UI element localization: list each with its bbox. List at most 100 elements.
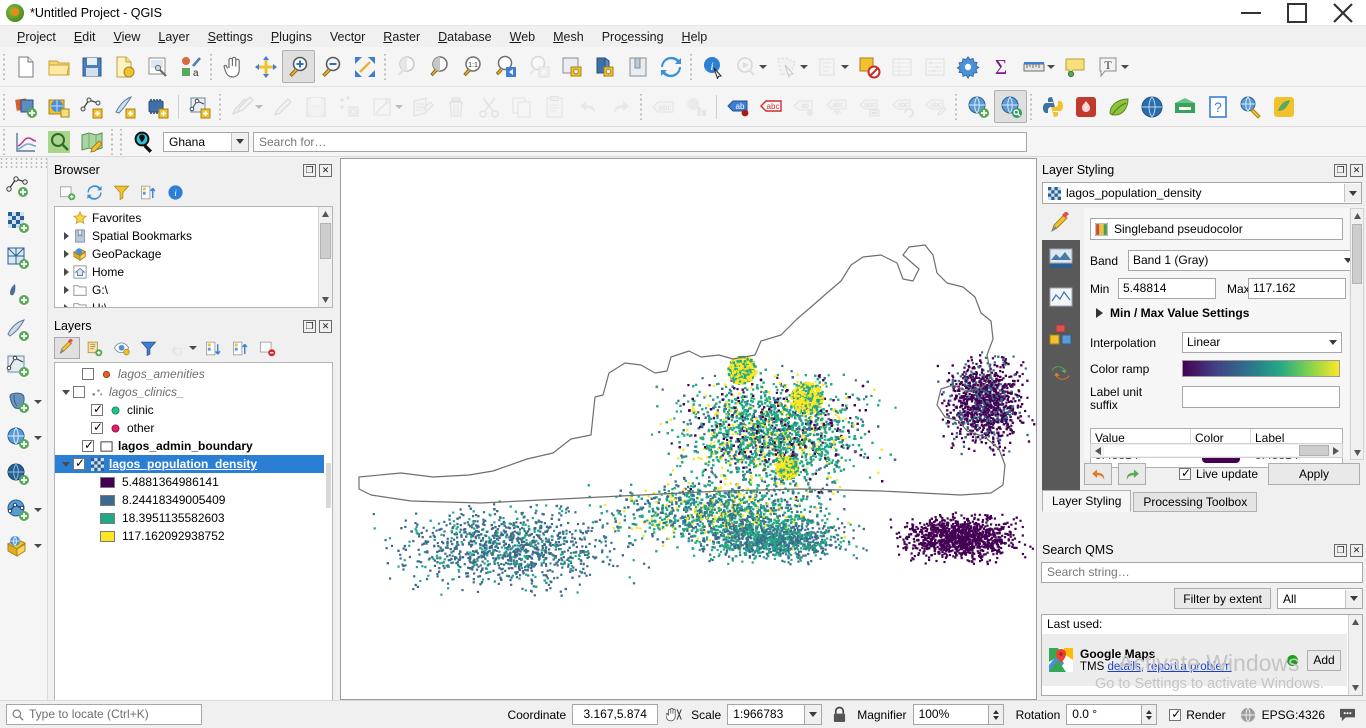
search-qms-float-button[interactable]: ❐	[1334, 543, 1347, 557]
search-qms-close-button[interactable]: ✕	[1350, 543, 1363, 557]
select-features-icon[interactable]	[770, 50, 803, 83]
browser-close-button[interactable]: ✕	[319, 163, 332, 177]
add-button[interactable]: Add	[1307, 649, 1341, 671]
layers-scroll-hint[interactable]	[326, 463, 331, 508]
chevron-down-icon[interactable]	[34, 544, 42, 548]
layers-tree[interactable]: lagos_amenities lagos_clinics_clinic other…	[54, 362, 333, 704]
magnifier-stepper[interactable]	[988, 704, 1004, 725]
globe-plugin-icon[interactable]	[1135, 90, 1168, 123]
searchbar-grip[interactable]	[0, 128, 9, 155]
processing-toolbox-icon[interactable]	[951, 50, 984, 83]
label-unit-suffix-input[interactable]	[1182, 386, 1340, 408]
legend-class-row[interactable]: 18.3951135582603	[55, 509, 324, 527]
browser-scroll-thumb[interactable]	[320, 223, 331, 259]
searchbar-grip-3[interactable]	[117, 128, 126, 155]
undo-icon[interactable]	[571, 90, 604, 123]
metasearch-search-icon[interactable]	[994, 90, 1027, 123]
rendering-icon[interactable]	[1042, 316, 1080, 354]
expand-triangle-icon[interactable]	[1096, 308, 1103, 318]
crs-globe-icon[interactable]	[1240, 707, 1256, 723]
layer-styling-float-button[interactable]: ❐	[1334, 163, 1347, 177]
scroll-left-arrow-icon[interactable]	[1091, 444, 1104, 458]
qms-results-list[interactable]: Last used: Google Maps TMS details, repo…	[1041, 614, 1363, 696]
toolbar-grip-3[interactable]	[381, 53, 390, 80]
chevron-right-icon[interactable]	[59, 283, 73, 297]
rotation-stepper[interactable]	[1142, 704, 1158, 725]
qms-scrollbar[interactable]	[1348, 615, 1362, 695]
map-tips-icon[interactable]	[1058, 50, 1091, 83]
legend-class-row[interactable]: 8.24418349005409	[55, 491, 324, 509]
scroll-up-arrow-icon[interactable]	[319, 207, 332, 221]
messages-icon[interactable]	[1339, 707, 1356, 722]
render-checkbox-box[interactable]	[1169, 707, 1181, 721]
style-manager-icon[interactable]: a	[174, 50, 207, 83]
new-print-layout-icon[interactable]	[141, 50, 174, 83]
collapse-all-icon[interactable]	[135, 181, 161, 203]
menu-plugins[interactable]: Plugins	[262, 28, 321, 46]
new-3d-map-view-icon[interactable]	[588, 50, 621, 83]
menu-processing[interactable]: Processing	[593, 28, 673, 46]
tab-layer-styling[interactable]: Layer Styling	[1042, 490, 1132, 512]
deselect-features-icon[interactable]	[811, 50, 844, 83]
identify-features-icon[interactable]: i	[696, 50, 729, 83]
add-spatialite-layer-icon[interactable]	[0, 312, 47, 348]
add-wms-layer-icon[interactable]	[0, 420, 47, 456]
label-placeholder-icon[interactable]: abc	[646, 90, 679, 123]
new-text-annotation-icon[interactable]: T	[1091, 50, 1124, 83]
layer-visibility-checkbox[interactable]	[91, 402, 103, 416]
manage-map-themes-icon[interactable]	[108, 337, 134, 359]
layer-visibility-checkbox[interactable]	[73, 456, 85, 470]
layers-close-button[interactable]: ✕	[319, 319, 332, 333]
scroll-up-arrow-icon[interactable]	[1351, 209, 1363, 222]
searchbar-grip-2[interactable]	[108, 128, 117, 155]
scroll-down-arrow-icon[interactable]	[1351, 446, 1363, 459]
pin-labels-icon[interactable]: abc	[820, 90, 853, 123]
menu-vector[interactable]: Vector	[321, 28, 374, 46]
redo-icon[interactable]	[604, 90, 637, 123]
edit-map-icon[interactable]	[75, 125, 108, 158]
symbology-icon[interactable]	[1042, 208, 1080, 240]
open-layer-styling-panel-icon[interactable]	[54, 337, 80, 359]
chevron-down-icon[interactable]	[59, 457, 73, 471]
browser-item[interactable]: GeoPackage	[55, 245, 318, 263]
tab-processing-toolbox[interactable]: Processing Toolbox	[1133, 492, 1258, 512]
plugin-manager-icon[interactable]	[1069, 90, 1102, 123]
metasearch-add-icon[interactable]	[961, 90, 994, 123]
add-wcs-layer-icon[interactable]	[0, 456, 47, 492]
menu-raster[interactable]: Raster	[374, 28, 429, 46]
add-feature-icon[interactable]	[332, 90, 365, 123]
browser-float-button[interactable]: ❐	[303, 163, 316, 177]
scroll-down-arrow-icon[interactable]	[319, 293, 332, 307]
filter-legend-icon[interactable]	[135, 337, 161, 359]
band-select[interactable]: Band 1 (Gray)	[1128, 250, 1357, 271]
add-virtual-layer-icon[interactable]	[183, 90, 216, 123]
run-feature-action-icon[interactable]	[729, 50, 762, 83]
toggle-extents-icon[interactable]	[666, 706, 683, 723]
layer-labeling-icon[interactable]: ab	[721, 90, 754, 123]
history-icon[interactable]	[1042, 354, 1080, 392]
add-vector-layer-icon[interactable]	[9, 90, 42, 123]
current-edits-icon[interactable]	[225, 90, 258, 123]
styling-layer-selector[interactable]: lagos_population_density	[1042, 182, 1362, 204]
qms-details-link[interactable]: details	[1107, 661, 1140, 673]
current-edits-dropdown-icon[interactable]	[255, 104, 263, 109]
toolbar2-grip-5[interactable]	[1027, 93, 1036, 120]
layer-row[interactable]: lagos_amenities	[55, 365, 324, 383]
browser-scrollbar[interactable]	[318, 207, 332, 307]
add-geopackage-layer-icon[interactable]	[0, 528, 47, 564]
layer-diagram-icon[interactable]: abc	[754, 90, 787, 123]
close-button[interactable]	[1320, 0, 1366, 26]
add-virtual-layer-icon[interactable]	[0, 348, 47, 384]
layers-float-button[interactable]: ❐	[303, 319, 316, 333]
zoom-in-icon[interactable]	[282, 50, 315, 83]
histogram-icon[interactable]	[1042, 278, 1080, 316]
browser-item[interactable]: H:\	[55, 299, 318, 307]
chevron-down-icon[interactable]	[34, 400, 42, 404]
chevron-right-icon[interactable]	[59, 265, 73, 279]
python-console-icon[interactable]	[1036, 90, 1069, 123]
add-spatialite-layer-icon[interactable]	[141, 90, 174, 123]
show-hide-labels-icon[interactable]: abc	[853, 90, 886, 123]
scale-dropdown-icon[interactable]	[805, 704, 823, 725]
transparency-icon[interactable]	[1042, 240, 1080, 278]
zoom-to-selection-icon[interactable]	[423, 50, 456, 83]
